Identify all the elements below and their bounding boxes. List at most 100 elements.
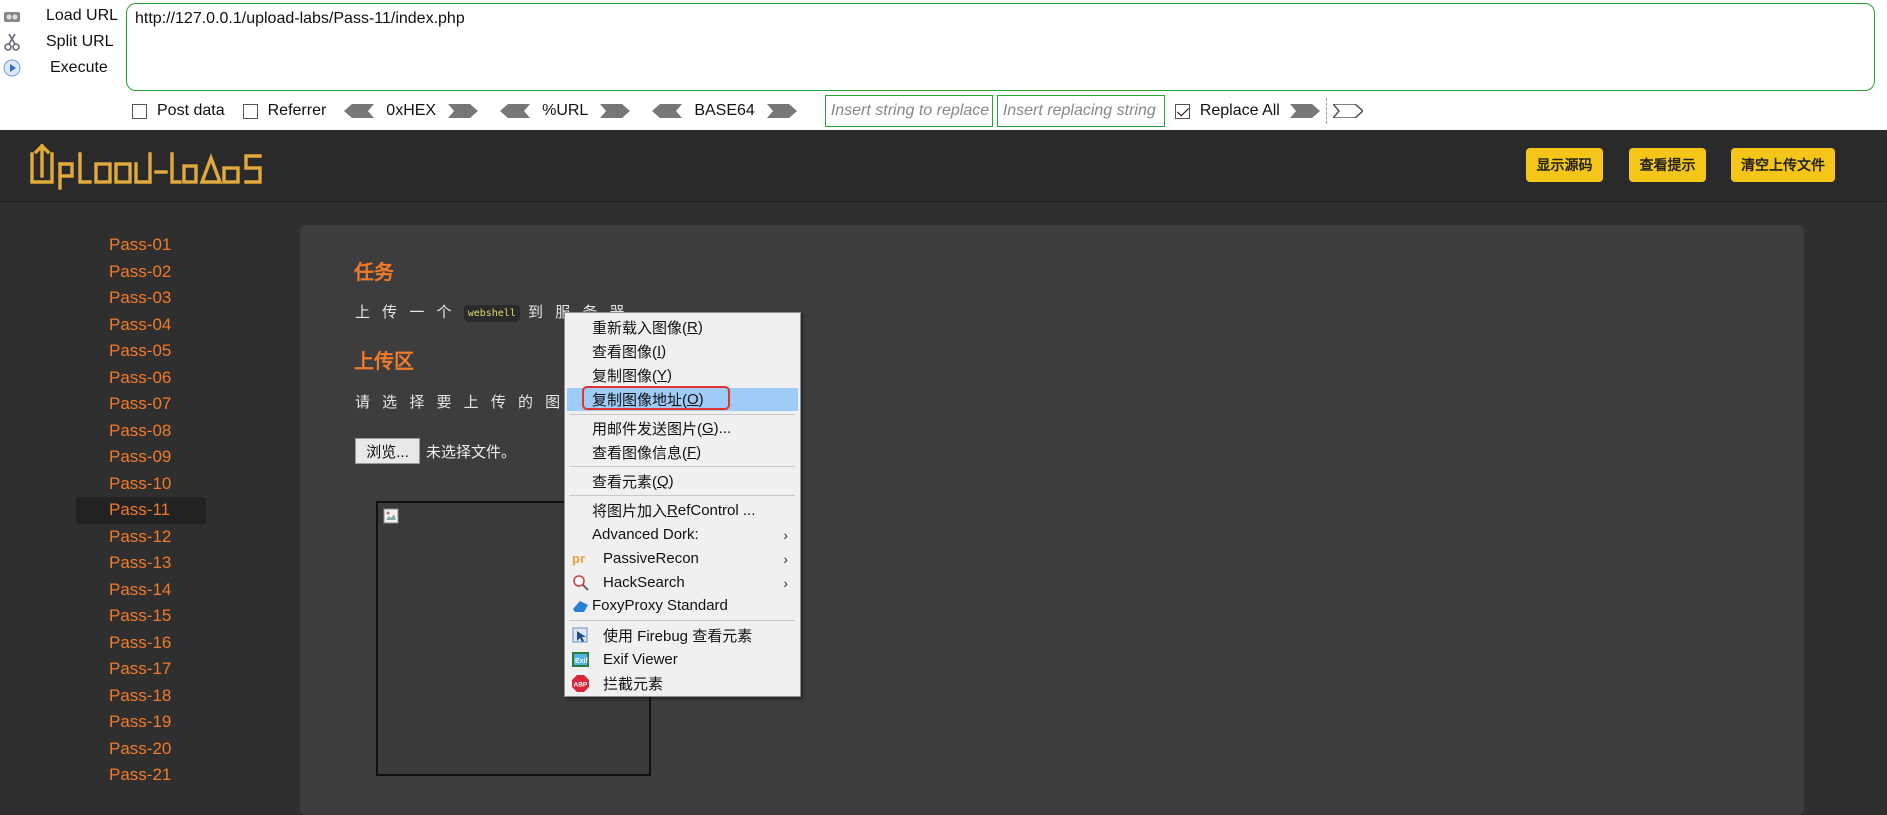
replace-arrow-icon[interactable] <box>1289 104 1320 118</box>
menu-item-image-info[interactable]: 查看图像信息(F) <box>567 441 798 464</box>
block-element-label: 拦截元素 <box>603 676 664 693</box>
execute-label: Execute <box>50 59 108 76</box>
execute-button[interactable]: Execute <box>0 54 108 82</box>
hex-encode-arrow-icon[interactable] <box>448 104 479 118</box>
inspect-element-label: 查看元素( <box>592 474 657 491</box>
hex-encoder: 0xHEX <box>344 102 479 120</box>
menu-item-refcontrol[interactable]: 将图片加入 RefControl ... <box>567 499 798 522</box>
menu-item-hacksearch[interactable]: HackSearch › <box>567 571 798 594</box>
load-url-button[interactable]: Load URL <box>0 2 118 30</box>
firebug-inspect-label: 使用 Firebug 查看元素 <box>603 628 753 645</box>
menu-item-firebug-inspect[interactable]: 使用 Firebug 查看元素 <box>567 624 798 647</box>
load-url-icon <box>2 6 22 26</box>
sidebar-item-pass-01[interactable]: Pass-01 <box>76 232 206 259</box>
image-info-label: 查看图像信息( <box>592 445 687 462</box>
sidebar-item-pass-08[interactable]: Pass-08 <box>76 418 206 445</box>
refcontrol-key: R <box>667 502 678 519</box>
menu-item-block-element[interactable]: ABP 拦截元素 <box>567 672 798 695</box>
show-source-label: 显示源码 <box>1536 157 1593 173</box>
sidebar-item-pass-15[interactable]: Pass-15 <box>76 603 206 630</box>
replacing-string-input[interactable]: Insert replacing string <box>996 95 1165 127</box>
view-image-tail: ) <box>661 343 667 360</box>
menu-item-exif-viewer[interactable]: Exif Exif Viewer <box>567 648 798 671</box>
clear-uploads-label: 清空上传文件 <box>1741 157 1825 173</box>
url-decode-arrow-icon[interactable] <box>500 104 531 118</box>
submenu-arrow-icon: › <box>783 526 788 543</box>
sidebar-item-pass-05[interactable]: Pass-05 <box>76 338 206 365</box>
url-enc-label: %URL <box>542 102 589 119</box>
sidebar-item-pass-19[interactable]: Pass-19 <box>76 709 206 736</box>
highlight-annotation-ring <box>582 386 730 410</box>
menu-item-copy-image[interactable]: 复制图像(Y) <box>567 364 798 387</box>
sidebar-item-pass-04[interactable]: Pass-04 <box>76 312 206 339</box>
menu-item-view-image[interactable]: 查看图像(I) <box>567 340 798 363</box>
replace-all-box[interactable] <box>1174 103 1190 119</box>
hex-decode-arrow-icon[interactable] <box>344 104 375 118</box>
copy-image-key: Y <box>657 367 668 384</box>
replace-all-label: Replace All <box>1199 102 1280 119</box>
menu-item-reload-image[interactable]: 重新载入图像(R) <box>567 316 798 339</box>
svg-text:Exif: Exif <box>575 658 589 665</box>
email-image-key: G <box>702 420 714 437</box>
base64-encode-arrow-icon[interactable] <box>766 104 797 118</box>
sidebar-item-pass-06[interactable]: Pass-06 <box>76 365 206 392</box>
sidebar-item-pass-21[interactable]: Pass-21 <box>76 762 206 789</box>
svg-text:pr: pr <box>572 551 585 566</box>
browse-button[interactable]: 浏览... <box>355 438 420 464</box>
post-data-box[interactable] <box>132 103 147 119</box>
sidebar-item-pass-17[interactable]: Pass-17 <box>76 656 206 683</box>
menu-separator <box>569 466 795 467</box>
menu-item-inspect-element[interactable]: 查看元素(Q) <box>567 470 798 493</box>
menu-item-advanced-dork[interactable]: Advanced Dork: › <box>567 523 798 546</box>
firebug-cursor-icon <box>572 627 588 643</box>
menu-item-foxyproxy[interactable]: FoxyProxy Standard <box>567 594 798 617</box>
sidebar-item-pass-12[interactable]: Pass-12 <box>76 524 206 551</box>
file-status: 未选择文件。 <box>426 443 517 461</box>
referrer-box[interactable] <box>242 103 258 119</box>
image-info-tail: ) <box>696 444 702 461</box>
view-image-label: 查看图像( <box>592 344 657 361</box>
show-source-button[interactable]: 显示源码 <box>1526 148 1603 182</box>
task-prefix: 上 传 一 个 <box>355 304 456 321</box>
sidebar-item-pass-09[interactable]: Pass-09 <box>76 444 206 471</box>
sidebar-item-pass-14[interactable]: Pass-14 <box>76 577 206 604</box>
task-title: 任务 <box>354 262 394 284</box>
split-url-button[interactable]: Split URL <box>0 28 114 56</box>
sidebar-item-pass-13[interactable]: Pass-13 <box>76 550 206 577</box>
sidebar-item-pass-16[interactable]: Pass-16 <box>76 630 206 657</box>
sidebar-item-pass-18[interactable]: Pass-18 <box>76 683 206 710</box>
clear-uploads-button[interactable]: 清空上传文件 <box>1731 148 1835 182</box>
sidebar-item-pass-03[interactable]: Pass-03 <box>76 285 206 312</box>
file-input[interactable]: 浏览... 未选择文件。 <box>355 438 516 464</box>
upload-title: 上传区 <box>354 351 414 373</box>
submenu-arrow-icon: › <box>783 550 788 567</box>
menu-item-passiverecon[interactable]: pr PassiveRecon › <box>567 547 798 570</box>
post-data-checkbox[interactable]: Post data <box>132 102 225 120</box>
toolbar-separator <box>1325 98 1327 124</box>
sidebar-item-pass-07[interactable]: Pass-07 <box>76 391 206 418</box>
sidebar-item-pass-11[interactable]: Pass-11 <box>76 497 206 524</box>
image-context-menu: 重新载入图像(R) 查看图像(I) 复制图像(Y) 复制图像地址(O) 用邮件发… <box>564 312 801 697</box>
upload-labs-logo[interactable] <box>28 142 288 192</box>
base64-decode-arrow-icon[interactable] <box>652 104 683 118</box>
hacksearch-label: HackSearch <box>603 574 685 591</box>
url-textarea[interactable]: http://127.0.0.1/upload-labs/Pass-11/ind… <box>126 3 1875 91</box>
view-hint-button[interactable]: 查看提示 <box>1629 148 1706 182</box>
sidebar-item-pass-02[interactable]: Pass-02 <box>76 259 206 286</box>
inspect-element-tail: ) <box>668 473 674 490</box>
menu-separator <box>569 414 795 415</box>
replace-all-checkbox[interactable]: Replace All <box>1174 102 1280 120</box>
referrer-checkbox[interactable]: Referrer <box>242 102 327 120</box>
replace-next-arrow-icon[interactable] <box>1332 104 1363 118</box>
hacksearch-icon <box>573 575 589 591</box>
referrer-label: Referrer <box>267 102 327 119</box>
sidebar-item-pass-10[interactable]: Pass-10 <box>76 471 206 498</box>
reload-image-label: 重新载入图像( <box>592 320 687 337</box>
url-encode-arrow-icon[interactable] <box>600 104 631 118</box>
menu-separator <box>569 495 795 496</box>
replace-string-input[interactable]: Insert string to replace <box>824 95 993 127</box>
sidebar-item-pass-20[interactable]: Pass-20 <box>76 736 206 763</box>
menu-item-email-image[interactable]: 用邮件发送图片(G)... <box>567 417 798 440</box>
passiverecon-icon: pr <box>572 551 585 566</box>
base64-encoder: BASE64 <box>652 102 797 120</box>
